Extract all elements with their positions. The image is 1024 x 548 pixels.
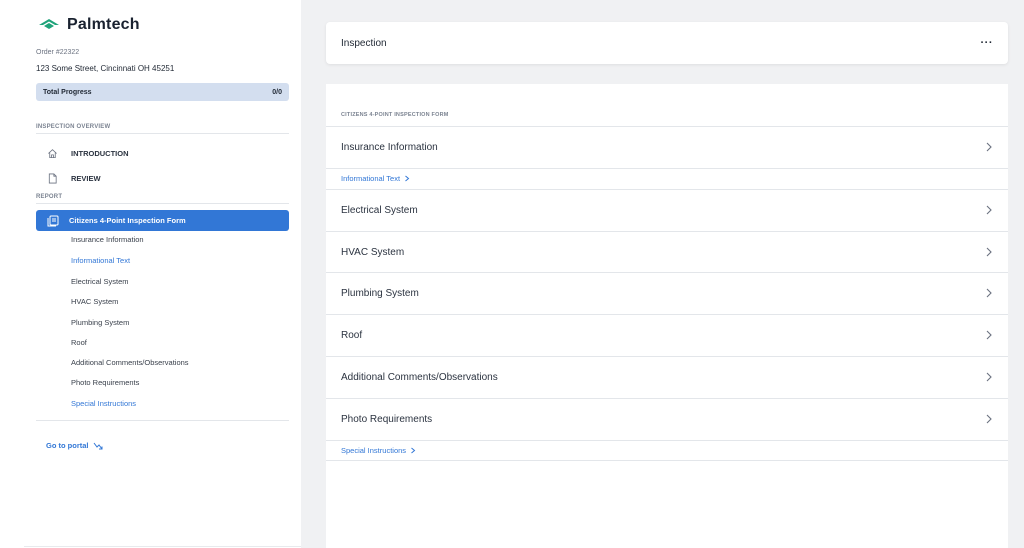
chevron-right-icon <box>985 139 993 157</box>
row-title: Roof <box>341 330 363 341</box>
page-title: Inspection <box>341 37 387 49</box>
inspection-header: Inspection ··· <box>326 22 1008 64</box>
row-insurance-information[interactable]: Insurance Information <box>326 126 1008 168</box>
more-options-button[interactable]: ··· <box>981 37 994 49</box>
sidebar-item-additional-comments[interactable]: Additional Comments/Observations <box>71 358 189 367</box>
chevron-right-icon <box>985 327 993 345</box>
sidebar-item-insurance-information[interactable]: Insurance Information <box>71 235 144 244</box>
chevron-right-icon <box>985 285 993 303</box>
progress-value: 0/0 <box>272 88 282 96</box>
total-progress-bar: Total Progress 0/0 <box>36 83 289 101</box>
row-plumbing-system[interactable]: Plumbing System <box>326 272 1008 314</box>
inspection-overview-label: INSPECTION OVERVIEW <box>36 124 111 130</box>
informational-text-label: Informational Text <box>341 174 401 183</box>
row-title: Plumbing System <box>341 288 419 299</box>
nav-review-label: REVIEW <box>71 173 101 183</box>
form-icon <box>47 215 59 227</box>
chevron-right-icon <box>985 244 993 262</box>
chevron-right-icon <box>985 202 993 220</box>
special-instructions-link[interactable]: Special Instructions <box>326 440 1008 460</box>
row-hvac-system[interactable]: HVAC System <box>326 231 1008 273</box>
chevron-right-icon <box>985 411 993 429</box>
nav-citizens-form-label: Citizens 4-Point Inspection Form <box>69 216 186 225</box>
nav-citizens-form[interactable]: Citizens 4-Point Inspection Form <box>36 210 289 231</box>
chevron-right-icon <box>405 175 410 182</box>
order-address: 123 Some Street, Cincinnati OH 45251 <box>36 64 175 73</box>
sidebar-item-roof[interactable]: Roof <box>71 338 87 347</box>
nav-introduction[interactable]: INTRODUCTION <box>46 146 129 160</box>
portal-divider <box>36 420 289 421</box>
brand-logo[interactable]: Palmtech <box>38 16 140 34</box>
sidebar-item-electrical-system[interactable]: Electrical System <box>71 277 129 286</box>
nav-introduction-label: INTRODUCTION <box>71 148 129 158</box>
sidebar: Palmtech Order #22322 123 Some Street, C… <box>0 0 301 548</box>
row-electrical-system[interactable]: Electrical System <box>326 189 1008 231</box>
row-title: Insurance Information <box>341 142 438 153</box>
form-bottom-divider <box>326 460 1008 461</box>
palmtech-logo-icon <box>39 19 59 29</box>
go-to-portal-label: Go to portal <box>46 441 89 450</box>
chevron-right-icon <box>985 369 993 387</box>
sidebar-item-special-instructions[interactable]: Special Instructions <box>71 399 136 408</box>
form-section-label: CITIZENS 4-POINT INSPECTION FORM <box>341 112 449 118</box>
report-divider <box>36 203 289 204</box>
go-to-portal-link[interactable]: Go to portal <box>46 441 103 450</box>
document-icon <box>46 172 58 184</box>
progress-label: Total Progress <box>43 88 92 96</box>
trend-arrow-icon <box>93 442 102 449</box>
overview-divider <box>36 133 289 134</box>
row-photo-requirements[interactable]: Photo Requirements <box>326 398 1008 440</box>
report-label: REPORT <box>36 194 63 200</box>
row-title: Electrical System <box>341 205 418 216</box>
row-title: Additional Comments/Observations <box>341 372 498 383</box>
row-title: Photo Requirements <box>341 414 433 425</box>
order-number: Order #22322 <box>36 49 80 56</box>
row-additional-comments[interactable]: Additional Comments/Observations <box>326 356 1008 398</box>
sidebar-item-informational-text[interactable]: Informational Text <box>71 256 130 265</box>
informational-text-link[interactable]: Informational Text <box>326 168 1008 188</box>
row-roof[interactable]: Roof <box>326 314 1008 356</box>
form-content: CITIZENS 4-POINT INSPECTION FORM Insuran… <box>326 84 1008 548</box>
sidebar-item-plumbing-system[interactable]: Plumbing System <box>71 318 129 327</box>
brand-name: Palmtech <box>67 16 140 33</box>
home-icon <box>46 147 58 159</box>
row-title: HVAC System <box>341 247 405 258</box>
sidebar-bottom-line <box>24 546 301 547</box>
main-panel: Inspection ··· CITIZENS 4-POINT INSPECTI… <box>326 22 1008 548</box>
sidebar-item-photo-requirements[interactable]: Photo Requirements <box>71 378 139 387</box>
special-instructions-label: Special Instructions <box>341 446 407 455</box>
sidebar-item-hvac-system[interactable]: HVAC System <box>71 297 118 306</box>
nav-review[interactable]: REVIEW <box>46 171 101 185</box>
chevron-right-icon <box>411 447 416 454</box>
